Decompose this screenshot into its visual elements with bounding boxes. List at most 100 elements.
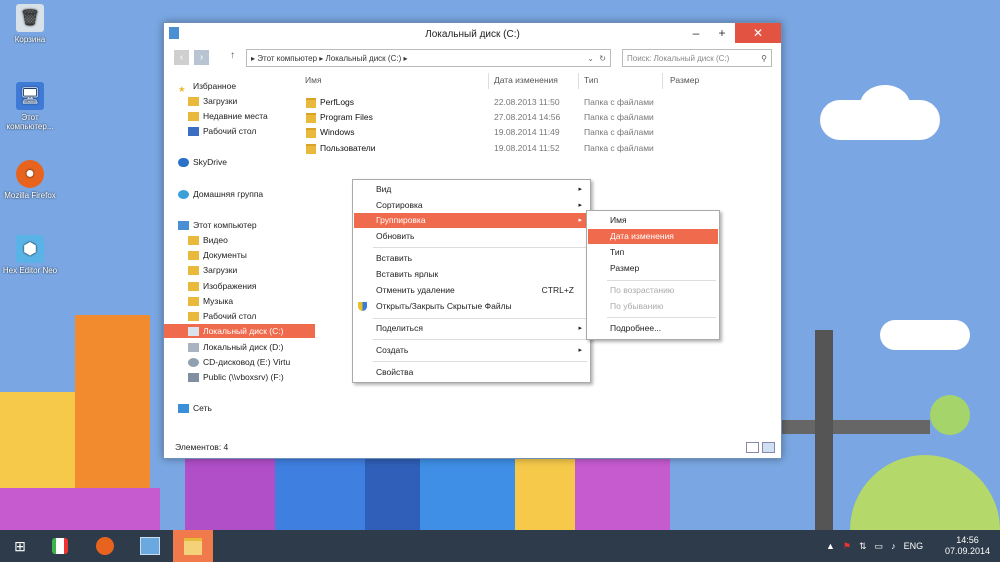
file-row[interactable]: Windows 19.08.2014 11:49 Папка с файлами <box>300 125 770 140</box>
close-button[interactable]: ✕ <box>735 23 781 43</box>
taskbar-app-store[interactable] <box>40 530 80 562</box>
system-tray: ▲ ⚑ ⇅ ▭ ♪ ENG <box>826 530 923 562</box>
recycle-bin-icon: 🗑 <box>16 4 44 32</box>
desktop-icon-recycle-bin[interactable]: 🗑 Корзина <box>0 4 60 44</box>
nav-item-downloads[interactable]: Загрузки <box>164 94 315 108</box>
folder-icon <box>306 144 316 154</box>
submenu-item-date[interactable]: Дата изменения <box>588 229 718 244</box>
wallpaper-building <box>515 458 575 530</box>
nav-item-recent[interactable]: Недавние места <box>164 109 315 123</box>
sync-icon[interactable]: ⇅ <box>859 541 867 552</box>
menu-item-group[interactable]: Группировка ▸ <box>354 213 589 228</box>
nav-item-this-pc[interactable]: Этот компьютер <box>164 218 305 232</box>
context-menu: Вид ▸ Сортировка ▸ Группировка ▸ Обновить В… <box>352 179 591 383</box>
cd-drive-icon <box>188 358 199 368</box>
nav-item-desktop2[interactable]: Рабочий стол <box>164 309 315 323</box>
desktop-icon-firefox[interactable]: ● Mozilla Firefox <box>0 160 60 200</box>
downloads-folder-icon <box>188 97 199 107</box>
nav-item-public[interactable]: Public (\\vboxsrv) (F:) <box>164 370 315 384</box>
menu-item-toggle-hidden[interactable]: Открыть/Закрыть Скрытые Файлы <box>354 299 589 314</box>
nav-item-downloads2[interactable]: Загрузки <box>164 263 315 277</box>
title-bar[interactable]: Локальный диск (C:) – + ✕ <box>164 23 781 46</box>
file-row[interactable]: Program Files 27.08.2014 14:56 Папка с ф… <box>300 110 770 125</box>
submenu-item-more[interactable]: Подробнее... <box>588 321 718 336</box>
chevron-down-icon[interactable]: ⌄ <box>587 50 594 68</box>
nav-item-local-c[interactable]: Локальный диск (C:) <box>164 324 315 338</box>
flag-icon[interactable]: ⚑ <box>843 541 851 552</box>
search-icon[interactable]: ⚲ <box>761 50 767 68</box>
menu-item-refresh[interactable]: Обновить <box>354 229 589 244</box>
desktop-icon-hex-editor[interactable]: ⬢ Hex Editor Neo <box>0 235 60 275</box>
nav-item-images[interactable]: Изображения <box>164 279 315 293</box>
menu-item-view[interactable]: Вид ▸ <box>354 182 589 197</box>
column-divider[interactable] <box>578 73 579 89</box>
nav-item-local-d[interactable]: Локальный диск (D:) <box>164 340 315 354</box>
nav-item-skydrive[interactable]: SkyDrive <box>164 155 305 169</box>
clock[interactable]: 14:56 07.09.2014 <box>945 535 990 557</box>
desktop-icon-computer[interactable]: 🖥 Этот компьютер... <box>0 82 60 131</box>
back-button[interactable]: ‹ <box>174 50 189 65</box>
menu-separator <box>607 317 716 318</box>
nav-item-favorites[interactable]: ★ Избранное <box>164 79 305 93</box>
menu-item-properties[interactable]: Свойства <box>354 365 589 380</box>
folder-icon <box>306 113 316 123</box>
speaker-icon[interactable]: ♪ <box>891 541 896 551</box>
file-row[interactable]: PerfLogs 22.08.2013 11:50 Папка с файлам… <box>300 95 770 110</box>
taskbar-explorer[interactable] <box>173 530 213 562</box>
address-bar[interactable]: ▸ Этот компьютер ▸ Локальный диск (C:) ▸… <box>246 49 611 67</box>
search-input[interactable]: Поиск: Локальный диск (C:) ⚲ <box>622 49 772 67</box>
submenu-item-ascending: По возрастанию <box>610 285 675 295</box>
menu-item-paste[interactable]: Вставить <box>354 251 589 266</box>
wallpaper-building <box>185 458 275 530</box>
forward-button[interactable]: › <box>194 50 209 65</box>
nav-item-cd[interactable]: CD-дисковод (E:) Virtu <box>164 355 315 369</box>
menu-item-create[interactable]: Создать ▸ <box>354 343 589 358</box>
column-divider[interactable] <box>662 73 663 89</box>
music-folder-icon <box>188 297 199 307</box>
folder-icon <box>306 98 316 108</box>
submenu-item-size[interactable]: Размер <box>588 261 718 276</box>
large-icons-view-icon[interactable] <box>762 442 775 453</box>
firefox-icon <box>96 537 114 555</box>
nav-item-music[interactable]: Музыка <box>164 294 315 308</box>
menu-separator <box>373 247 587 248</box>
star-icon: ★ <box>178 84 186 93</box>
wallpaper-cloud <box>860 85 910 125</box>
minimize-button[interactable]: – <box>683 23 709 43</box>
column-header-date[interactable]: Дата изменения <box>494 75 558 85</box>
nav-item-documents[interactable]: Документы <box>164 248 315 262</box>
up-arrow-icon[interactable]: ↑ <box>230 50 235 61</box>
details-view-icon[interactable] <box>746 442 759 453</box>
menu-item-undo-delete[interactable]: Отменить удаление CTRL+Z <box>354 283 589 298</box>
start-button[interactable]: ⊞ <box>0 530 40 562</box>
file-row[interactable]: Пользователи 19.08.2014 11:52 Папка с фа… <box>300 141 770 156</box>
wallpaper-tree <box>930 395 970 435</box>
submenu-item-name[interactable]: Имя <box>588 213 718 228</box>
submenu-item-type[interactable]: Тип <box>588 245 718 260</box>
refresh-icon[interactable]: ↻ <box>599 50 606 68</box>
wallpaper-bridge-tower <box>815 330 833 530</box>
show-hidden-icons-icon[interactable]: ▲ <box>826 541 835 551</box>
hex-editor-icon: ⬢ <box>16 235 44 263</box>
taskbar-control-panel[interactable] <box>130 530 170 562</box>
column-divider[interactable] <box>488 73 489 89</box>
column-header-name[interactable]: Имя <box>305 75 322 85</box>
nav-item-video[interactable]: Видео <box>164 233 315 247</box>
taskbar-firefox[interactable] <box>85 530 125 562</box>
column-header-type[interactable]: Тип <box>584 75 598 85</box>
nav-item-homegroup[interactable]: Домашняя группа <box>164 187 305 201</box>
folder-icon <box>306 128 316 138</box>
recent-places-icon <box>188 112 199 122</box>
menu-item-paste-shortcut[interactable]: Вставить ярлык <box>354 267 589 282</box>
nav-item-desktop[interactable]: Рабочий стол <box>164 124 315 138</box>
display-icon[interactable]: ▭ <box>875 541 884 552</box>
language-indicator[interactable]: ENG <box>904 541 924 551</box>
desktop-folder-icon <box>188 312 199 322</box>
nav-item-network[interactable]: Сеть <box>164 401 305 415</box>
maximize-button[interactable]: + <box>709 23 735 43</box>
wallpaper-building <box>575 458 670 530</box>
wallpaper-building <box>365 458 420 530</box>
column-header-size[interactable]: Размер <box>670 75 699 85</box>
menu-item-sort[interactable]: Сортировка ▸ <box>354 198 589 213</box>
menu-item-share[interactable]: Поделиться ▸ <box>354 321 589 336</box>
